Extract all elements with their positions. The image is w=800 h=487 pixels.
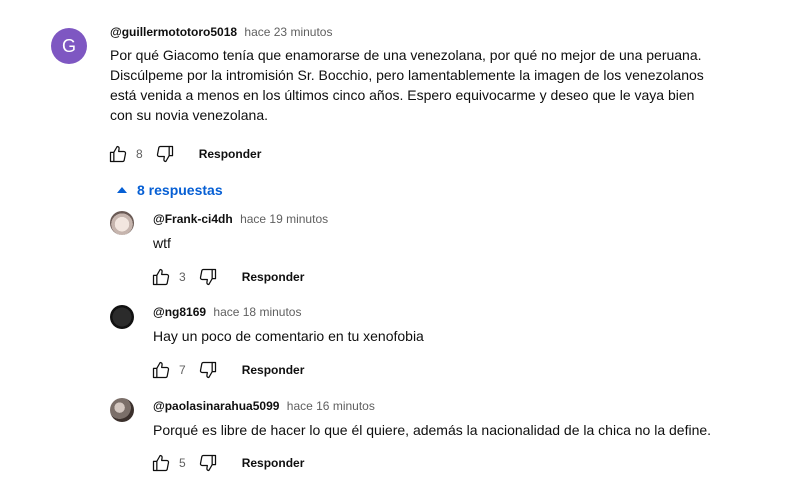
reply-author[interactable]: @ng8169 (153, 305, 206, 319)
thumbs-up-icon (152, 454, 170, 472)
reply-time[interactable]: hace 18 minutos (213, 305, 301, 319)
comment-author[interactable]: @guillermototoro5018 (110, 25, 237, 39)
commenter-avatar[interactable]: G (51, 28, 87, 64)
comment-text: Por qué Giacomo tenía que enamorarse de … (110, 45, 790, 125)
replies-toggle-button[interactable]: 8 respuestas (117, 180, 223, 200)
dislike-button[interactable] (196, 358, 220, 382)
thumbs-up-icon (152, 268, 170, 286)
like-count: 3 (179, 270, 186, 284)
like-count: 7 (179, 363, 186, 377)
dislike-button[interactable] (196, 265, 220, 289)
reply-button[interactable]: Responder (199, 147, 262, 161)
reply-button[interactable]: Responder (242, 270, 305, 284)
reply-actions: 7 Responder (149, 358, 304, 382)
reply-actions: 3 Responder (149, 265, 304, 289)
like-button[interactable] (149, 451, 173, 475)
reply-time[interactable]: hace 19 minutos (240, 212, 328, 226)
thumbs-up-icon (109, 145, 127, 163)
reply-text: wtf (153, 235, 171, 251)
comment-actions: 8 Responder (106, 142, 261, 166)
reply-author[interactable]: @Frank-ci4dh (153, 212, 233, 226)
reply-avatar[interactable] (110, 398, 134, 422)
thumbs-down-icon (199, 361, 216, 379)
like-button[interactable] (149, 358, 173, 382)
thumbs-down-icon (156, 145, 173, 163)
reply-header: @Frank-ci4dh hace 19 minutos (153, 211, 328, 227)
comment-line: está venida a menos en los últimos cinco… (110, 87, 695, 103)
avatar-letter: G (61, 35, 76, 56)
like-button[interactable] (106, 142, 130, 166)
dislike-button[interactable] (153, 142, 177, 166)
reply-time[interactable]: hace 16 minutos (287, 399, 375, 413)
like-count: 8 (136, 147, 143, 161)
thumbs-up-icon (152, 361, 170, 379)
reply-avatar[interactable] (110, 305, 134, 329)
reply-actions: 5 Responder (149, 451, 304, 475)
reply-text: Porqué es libre de hacer lo que él quier… (153, 422, 712, 438)
reply-avatar[interactable] (110, 211, 134, 235)
comment-line: Discúlpeme por la intromisión Sr. Bocchi… (110, 67, 704, 83)
like-button[interactable] (149, 265, 173, 289)
comment-thread: G @guillermototoro5018 hace 23 minutos P… (0, 0, 800, 487)
dislike-button[interactable] (196, 451, 220, 475)
reply-text: Hay un poco de comentario en tu xenofobi… (153, 328, 424, 344)
comment-line: con su novia venezolana. (110, 107, 268, 123)
comment-header: @guillermototoro5018 hace 23 minutos (110, 24, 332, 40)
caret-up-icon (117, 187, 127, 193)
reply-header: @ng8169 hace 18 minutos (153, 304, 301, 320)
reply-button[interactable]: Responder (242, 456, 305, 470)
thumbs-down-icon (199, 454, 216, 472)
reply-author[interactable]: @paolasinarahua5099 (153, 399, 279, 413)
replies-count-label: 8 respuestas (137, 182, 223, 198)
thumbs-down-icon (199, 268, 216, 286)
comment-time[interactable]: hace 23 minutos (244, 25, 332, 39)
reply-header: @paolasinarahua5099 hace 16 minutos (153, 398, 375, 414)
reply-button[interactable]: Responder (242, 363, 305, 377)
like-count: 5 (179, 456, 186, 470)
comment-line: Por qué Giacomo tenía que enamorarse de … (110, 47, 702, 63)
